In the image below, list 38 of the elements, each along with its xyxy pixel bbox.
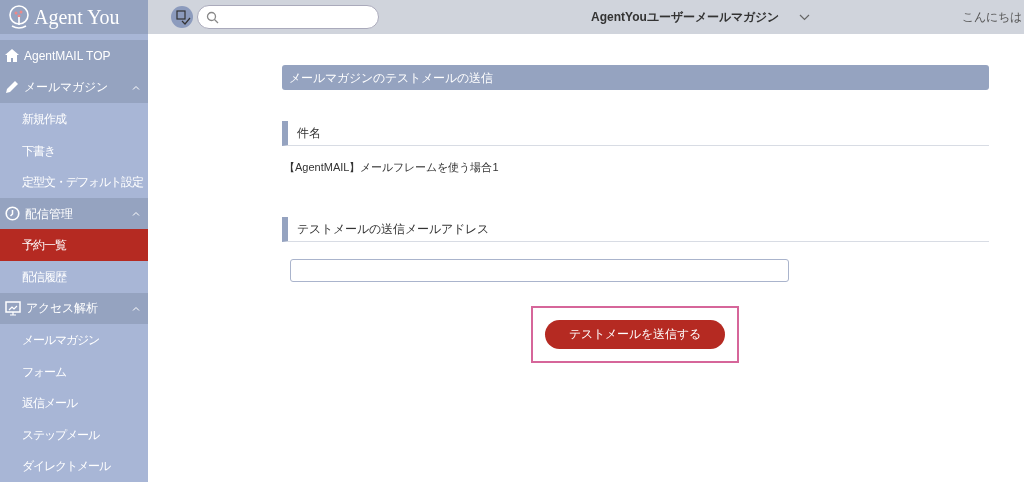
magazine-selector[interactable]: AgentYouユーザーメールマガジン: [591, 8, 810, 26]
sidebar-item[interactable]: フォーム: [0, 355, 148, 388]
chevron-up-icon: [132, 84, 140, 90]
tree-logo-icon: [8, 5, 30, 29]
sidebar-group-header[interactable]: 配信管理: [0, 197, 148, 230]
page-title-bar: メールマガジンのテストメールの送信: [282, 65, 989, 90]
chevron-down-icon: [798, 13, 810, 21]
monitor-icon: [5, 300, 21, 316]
sidebar-item[interactable]: 返信メール: [0, 387, 148, 419]
subject-text: 【AgentMAIL】メールフレームを使う場合1: [284, 160, 499, 175]
home-icon: [5, 49, 19, 63]
sidebar-group-header[interactable]: アクセス解析: [0, 292, 148, 325]
sidebar-item[interactable]: メールマガジン: [0, 324, 148, 356]
email-field[interactable]: [290, 258, 789, 282]
pencil-icon: [5, 80, 19, 95]
sidebar-link[interactable]: AgentMAIL TOP: [0, 40, 148, 72]
section-heading: テストメールの送信メールアドレス: [282, 216, 989, 242]
clock-icon: [5, 206, 20, 222]
sidebar-item[interactable]: 下書き: [0, 134, 148, 167]
sidebar-item[interactable]: 新規作成: [0, 103, 148, 135]
sidebar-item[interactable]: 配信履歴: [0, 261, 148, 293]
search-icon: [206, 10, 219, 24]
sidebar-item[interactable]: ダイレクトメール: [0, 450, 148, 482]
chevron-up-icon: [132, 305, 140, 311]
greeting-text: こんにちは: [962, 9, 1023, 26]
sidebar-label: 配信管理: [25, 205, 74, 223]
send-test-button[interactable]: テストメールを送信する: [545, 319, 725, 349]
chevron-up-icon: [132, 211, 140, 217]
sidebar-label: AgentMAIL TOP: [24, 47, 112, 65]
sidebar-label: メールマガジン: [24, 79, 109, 97]
sidebar-label: アクセス解析: [26, 300, 99, 318]
sidebar-item[interactable]: 定型文・デフォルト設定: [0, 166, 148, 198]
section-heading: 件名: [282, 121, 989, 146]
logo-text: Agent You: [34, 5, 120, 31]
sidebar-group-header[interactable]: メールマガジン: [0, 71, 148, 104]
search-field[interactable]: [197, 5, 379, 29]
sidebar-item[interactable]: 予約一覧: [0, 229, 148, 262]
sidebar-item[interactable]: ステップメール: [0, 418, 148, 451]
